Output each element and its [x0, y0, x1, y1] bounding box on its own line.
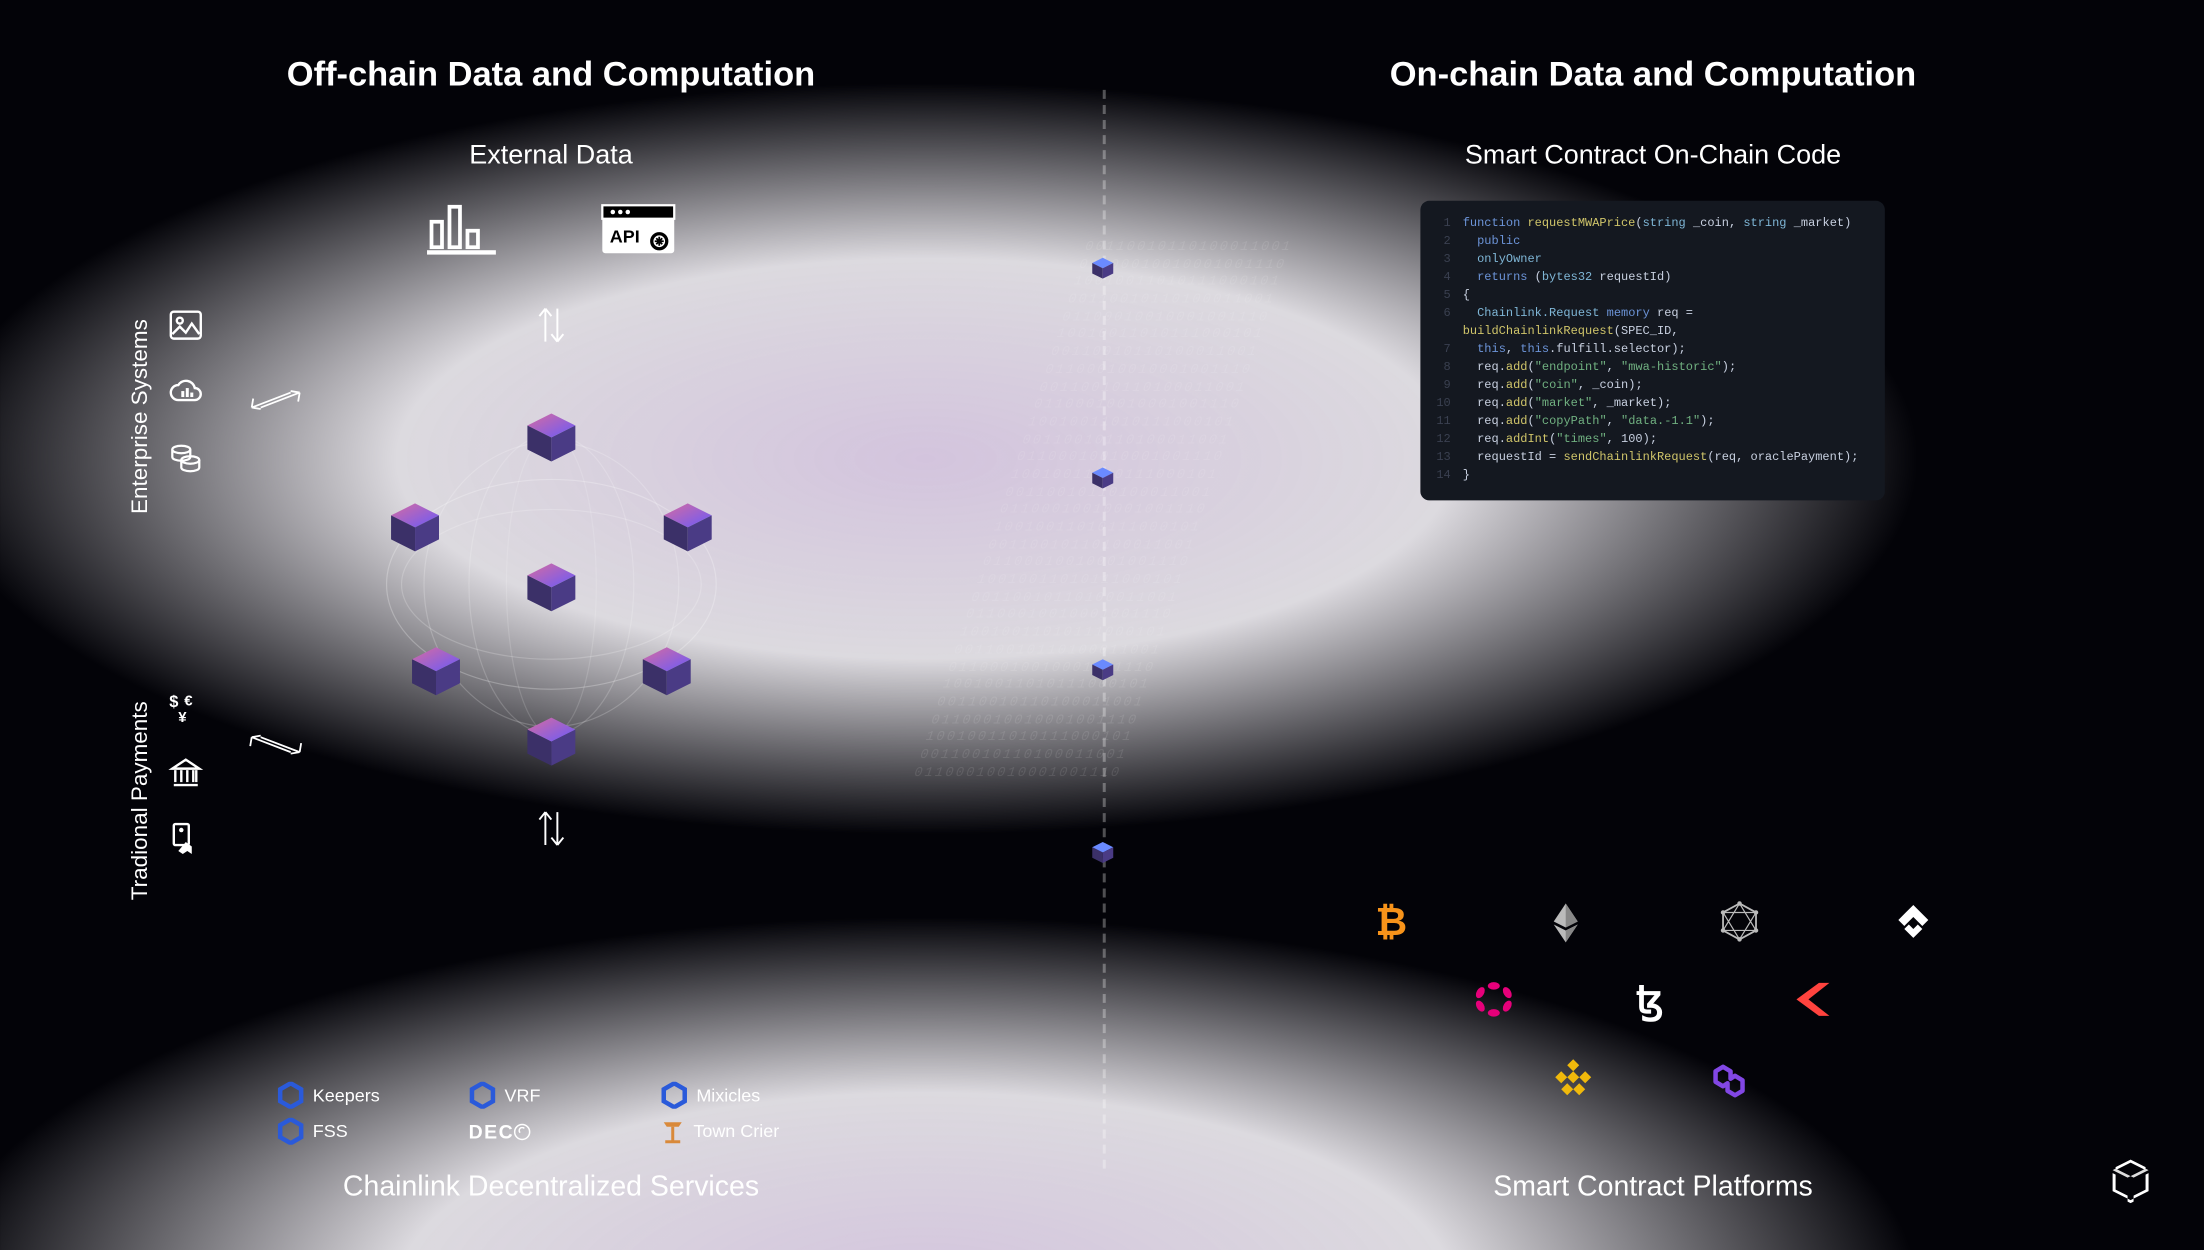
bank-icon [168, 755, 204, 791]
cloud-chart-icon [168, 373, 204, 409]
code-line: 9 req.add("coin", _coin); [1433, 378, 1874, 396]
service-label: Town Crier [693, 1121, 779, 1142]
arrow-payments-icon [243, 728, 309, 761]
code-line: 10 req.add("market", _market); [1433, 396, 1874, 414]
conflux-logo-icon [1891, 899, 1936, 944]
service-mixicles: Mixicles [660, 1082, 825, 1109]
code-line: 14} [1433, 467, 1874, 485]
code-line: 3 onlyOwner [1433, 252, 1874, 270]
code-line: 8 req.add("endpoint", "mwa-historic"); [1433, 360, 1874, 378]
code-line: 7 this, this.fulfill.selector); [1433, 342, 1874, 360]
polkadot-logo-icon [1472, 977, 1517, 1022]
code-line: 12 req.addInt("times", 100); [1433, 432, 1874, 450]
arrow-network-to-services-icon [533, 803, 569, 854]
logo-row-1: ₿ [1370, 899, 1936, 944]
arrow-external-to-network-icon [533, 300, 569, 351]
chainlink-logo-icon [2099, 1145, 2162, 1208]
kava-logo-icon [1789, 977, 1834, 1022]
enterprise-systems-label: Enterprise Systems [127, 319, 152, 514]
svg-text:¥: ¥ [178, 709, 187, 725]
onchain-panel: On-chain Data and Computation Smart Cont… [1102, 0, 2204, 1250]
svg-text:ꜩ: ꜩ [1637, 979, 1665, 1022]
smart-contract-code-block: 1function requestMWAPrice(string _coin, … [1421, 201, 1885, 501]
traditional-payments-icons: $ €¥ [168, 689, 204, 857]
logo-row-3 [1551, 1055, 1755, 1100]
service-label: Keepers [313, 1085, 380, 1106]
database-icon [168, 439, 204, 475]
offchain-title: Off-chain Data and Computation [60, 54, 1042, 94]
offchain-bottom-label: Chainlink Decentralized Services [0, 1172, 1102, 1205]
service-label: FSS [313, 1121, 348, 1142]
traditional-payments-label: Tradional Payments [127, 701, 152, 900]
svg-text:€: € [184, 693, 193, 710]
binance-logo-icon [1551, 1055, 1596, 1100]
towncrier-logo-icon [660, 1118, 684, 1145]
currency-icon: $ €¥ [168, 689, 204, 725]
arrow-enterprise-icon [243, 384, 309, 417]
code-line: 2 public [1433, 234, 1874, 252]
api-icon: API [600, 204, 675, 255]
smart-contract-code-subtitle: Smart Contract On-Chain Code [1162, 139, 2144, 170]
bar-chart-icon [427, 204, 496, 255]
tezos-logo-icon: ꜩ [1631, 977, 1676, 1022]
code-line: 6 Chainlink.Request memory req = buildCh… [1433, 306, 1874, 342]
main-diagram: Off-chain Data and Computation External … [0, 0, 2204, 1250]
ethereum-logo-icon [1544, 899, 1589, 944]
code-line: 4 returns (bytes32 requestId) [1433, 270, 1874, 288]
service-towncrier: Town Crier [660, 1118, 825, 1145]
image-icon [168, 307, 204, 343]
svg-text:₿: ₿ [1376, 901, 1408, 944]
service-vrf: VRF [469, 1082, 634, 1109]
decentralized-services-grid: Keepers VRF Mixicles FSS DEC Town Crier [277, 1082, 825, 1145]
external-data-icons: API [60, 204, 1042, 255]
service-keepers: Keepers [277, 1082, 442, 1109]
svg-text:API: API [609, 227, 639, 247]
onchain-title: On-chain Data and Computation [1162, 54, 2144, 94]
code-line: 1function requestMWAPrice(string _coin, … [1433, 216, 1874, 234]
pay-icon [168, 821, 204, 857]
external-data-subtitle: External Data [60, 139, 1042, 170]
polygon-logo-icon [1710, 1055, 1755, 1100]
service-fss: FSS [277, 1118, 442, 1145]
service-label: Mixicles [696, 1085, 760, 1106]
hyperledger-logo-icon [1717, 899, 1762, 944]
offchain-panel: Off-chain Data and Computation External … [0, 0, 1102, 1250]
bitcoin-logo-icon: ₿ [1370, 899, 1415, 944]
code-line: 13 requestId = sendChainlinkRequest(req,… [1433, 449, 1874, 467]
service-label: VRF [505, 1085, 541, 1106]
code-line: 5{ [1433, 288, 1874, 306]
logo-row-2: ꜩ [1472, 977, 1835, 1022]
svg-text:$: $ [169, 693, 178, 711]
decentralized-oracle-network [364, 390, 739, 780]
code-line: 11 req.add("copyPath", "data.-1.1"); [1433, 414, 1874, 432]
service-deco: DEC [469, 1118, 634, 1145]
enterprise-systems-icons [168, 307, 204, 475]
onchain-bottom-label: Smart Contract Platforms [1102, 1172, 2204, 1205]
platform-logos: ₿ ꜩ [1368, 899, 1937, 1100]
deco-logo-icon: DEC [469, 1120, 531, 1142]
